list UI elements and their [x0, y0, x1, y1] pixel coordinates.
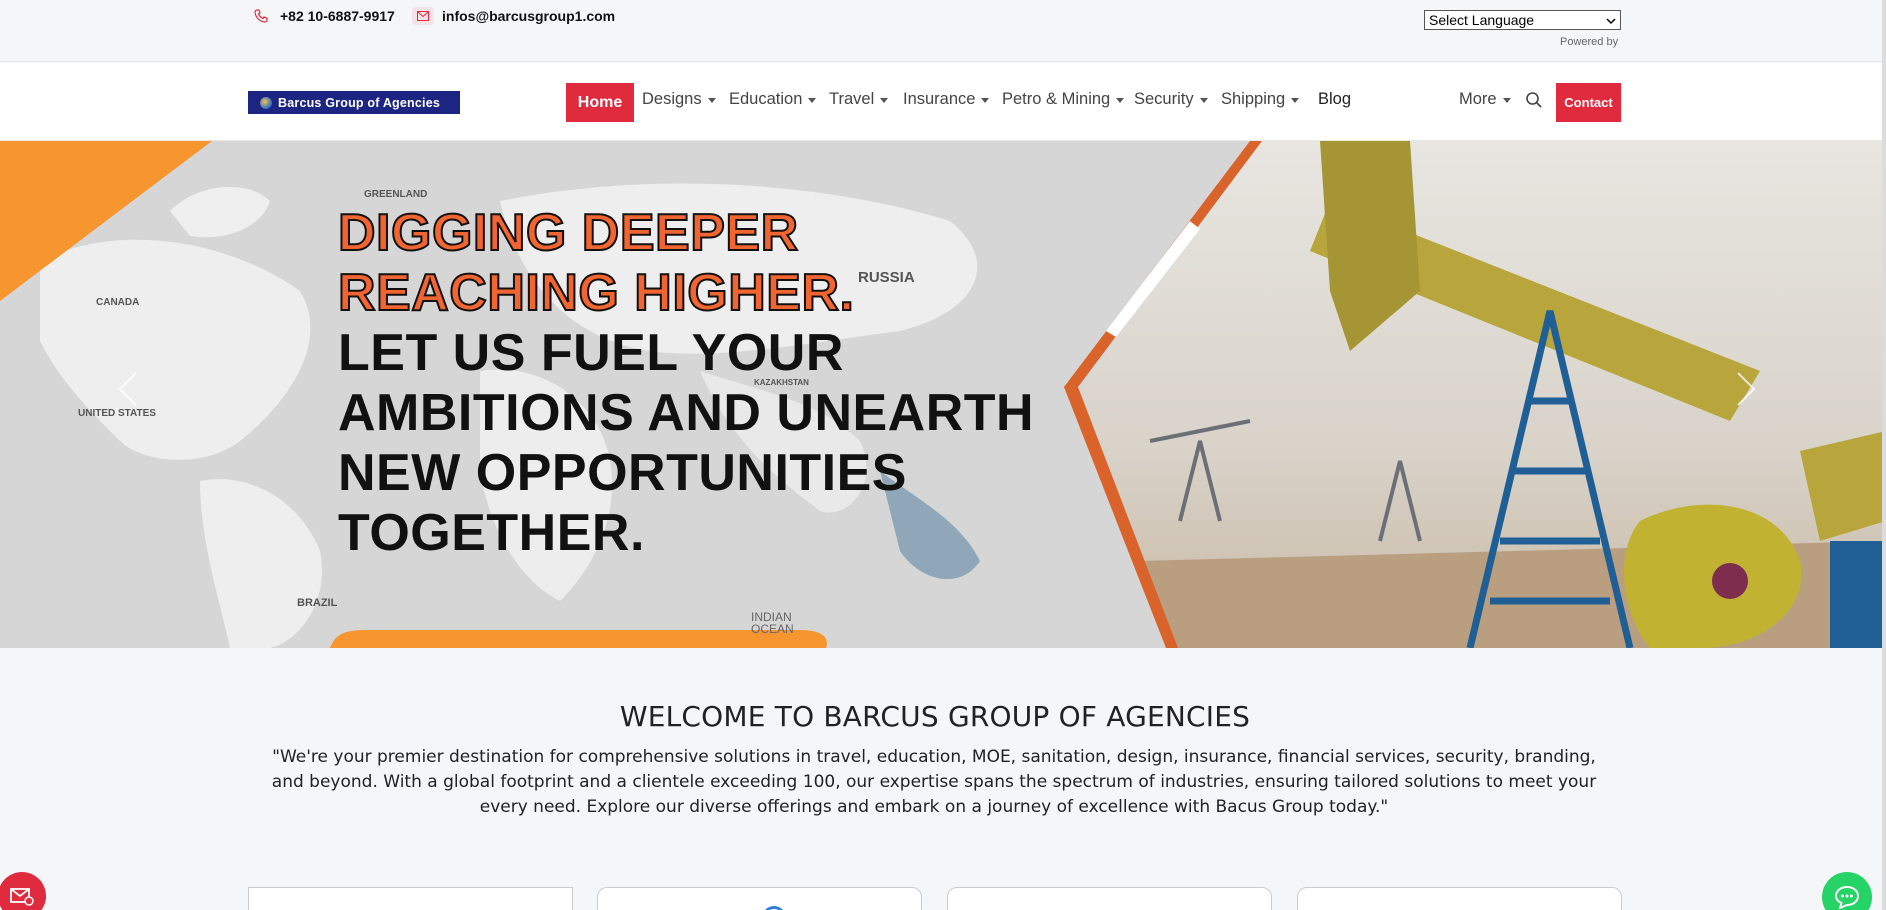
- service-card[interactable]: [248, 887, 573, 910]
- email-contact[interactable]: infos@barcusgroup1.com: [412, 7, 615, 25]
- hero-headline: DIGGING DEEPER REACHING HIGHER. LET US F…: [337, 203, 1035, 563]
- chevron-left-icon[interactable]: [118, 371, 138, 417]
- nav-more-label: More: [1459, 90, 1497, 108]
- envelope-icon: [412, 7, 434, 25]
- caret-down-icon: [880, 98, 889, 103]
- chevron-down-icon: [1606, 12, 1616, 28]
- phone-contact[interactable]: +82 10-6887-9917: [250, 7, 395, 25]
- site-logo[interactable]: Barcus Group of Agencies: [248, 91, 460, 114]
- map-label-brazil: BRAZIL: [297, 597, 338, 609]
- map-label-indian-ocean: INDIAN OCEAN: [751, 610, 794, 636]
- hero-line-3: LET US FUEL YOUR: [338, 324, 844, 382]
- nav-security[interactable]: Security: [1134, 90, 1208, 109]
- hero-line-1: DIGGING DEEPER: [337, 203, 799, 263]
- language-select-value: Select Language: [1429, 12, 1535, 28]
- map-label-greenland: GREENLAND: [364, 189, 428, 200]
- chat-icon[interactable]: [1822, 872, 1872, 910]
- service-card[interactable]: [597, 887, 922, 910]
- phone-icon: [250, 7, 272, 25]
- nav-home-label: Home: [577, 93, 623, 111]
- nav-shipping-label: Shipping: [1221, 90, 1286, 108]
- nav-travel-label: Travel: [829, 90, 875, 108]
- nav-insurance[interactable]: Insurance: [903, 90, 990, 109]
- nav-home[interactable]: Home: [566, 83, 634, 122]
- hero-line-4: AMBITIONS AND UNEARTH: [338, 384, 1035, 442]
- nav-designs-label: Designs: [642, 90, 702, 108]
- caret-down-icon: [1502, 98, 1511, 103]
- hero-line-2: REACHING HIGHER.: [337, 263, 855, 323]
- nav-education-label: Education: [729, 90, 803, 108]
- contact-button-label: Contact: [1564, 95, 1613, 110]
- search-icon[interactable]: [1525, 91, 1543, 114]
- map-label-canada: CANADA: [96, 297, 140, 308]
- phone-number: +82 10-6887-9917: [280, 8, 395, 24]
- nav-petro-mining[interactable]: Petro & Mining: [1002, 90, 1125, 109]
- service-card[interactable]: [947, 887, 1272, 910]
- nav-security-label: Security: [1134, 90, 1194, 108]
- top-bar: +82 10-6887-9917 infos@barcusgroup1.com …: [0, 0, 1886, 62]
- nav-blog[interactable]: Blog: [1318, 90, 1351, 109]
- welcome-title: WELCOME TO BARCUS GROUP OF AGENCIES: [619, 700, 1251, 733]
- caret-down-icon: [1291, 98, 1300, 103]
- map-label-united-states: UNITED STATES: [78, 408, 156, 419]
- powered-by: Powered by: [1560, 36, 1619, 48]
- nav-travel[interactable]: Travel: [829, 90, 889, 109]
- nav-insurance-label: Insurance: [903, 90, 976, 108]
- hero-line-6: TOGETHER.: [338, 504, 645, 562]
- nav-blog-label: Blog: [1318, 90, 1352, 108]
- hero-slider: GREENLAND CANADA UNITED STATES RUSSIA KA…: [0, 141, 1886, 648]
- nav-designs[interactable]: Designs: [642, 90, 716, 109]
- logo-text: Barcus Group of Agencies: [278, 95, 441, 110]
- contact-button[interactable]: Contact: [1556, 83, 1621, 122]
- service-card-icon: [762, 906, 786, 910]
- caret-down-icon: [1116, 98, 1125, 103]
- nav-more[interactable]: More: [1459, 90, 1511, 109]
- welcome-text: "We're your premier destination for comp…: [271, 747, 1597, 817]
- email-address: infos@barcusgroup1.com: [442, 8, 616, 24]
- caret-down-icon: [707, 98, 716, 103]
- globe-icon: [260, 96, 272, 109]
- caret-down-icon: [808, 98, 817, 103]
- nav-shipping[interactable]: Shipping: [1221, 90, 1300, 109]
- language-select[interactable]: Select Language: [1424, 10, 1621, 30]
- chevron-right-icon[interactable]: [1736, 371, 1756, 417]
- main-navbar: Barcus Group of Agencies Home Designs Ed…: [0, 63, 1886, 141]
- mail-icon[interactable]: [0, 872, 46, 910]
- nav-petro-mining-label: Petro & Mining: [1002, 90, 1111, 108]
- nav-education[interactable]: Education: [729, 90, 817, 109]
- page-scrollbar[interactable]: [1882, 0, 1886, 910]
- hero-line-5: NEW OPPORTUNITIES: [338, 444, 907, 502]
- service-card[interactable]: [1297, 887, 1622, 910]
- caret-down-icon: [1199, 98, 1208, 103]
- caret-down-icon: [981, 98, 990, 103]
